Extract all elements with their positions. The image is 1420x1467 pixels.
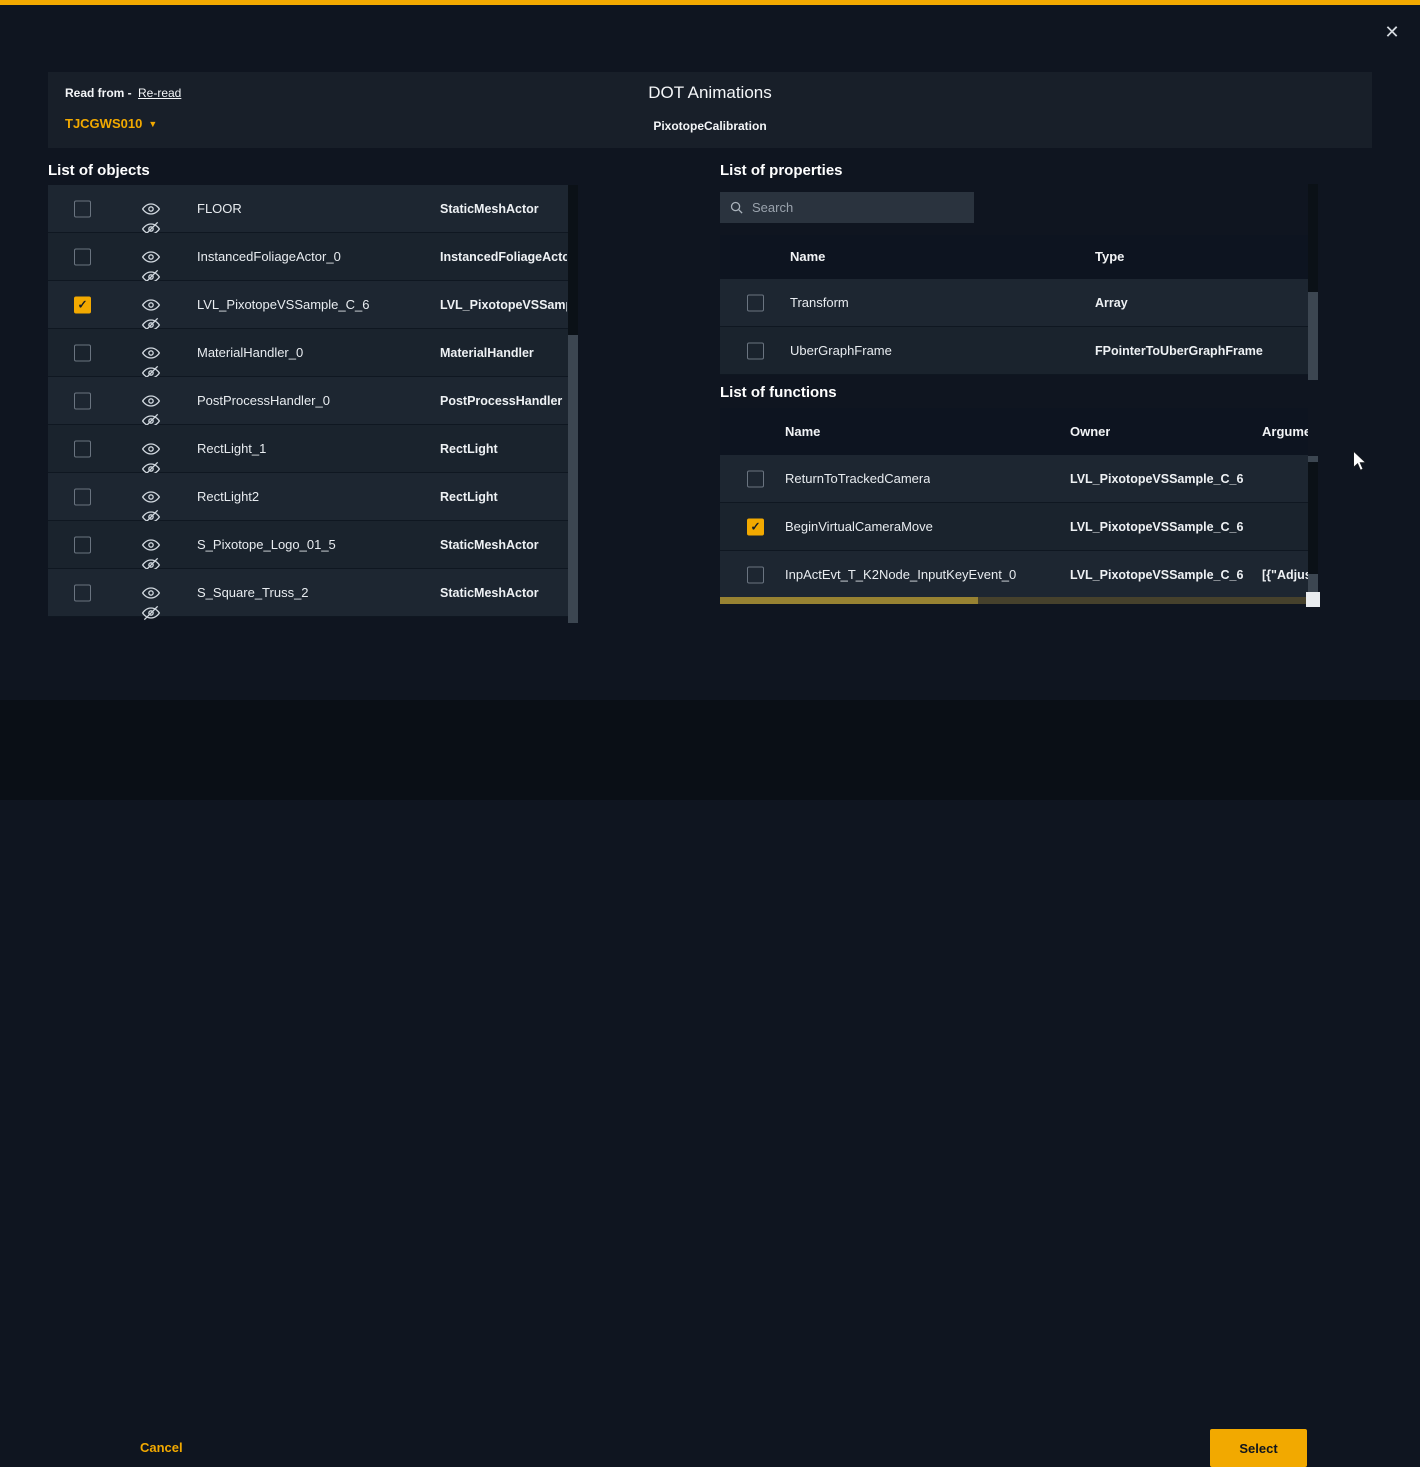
function-owner: LVL_PixotopeVSSample_C_6 <box>1070 455 1243 503</box>
row-checkbox[interactable] <box>74 296 91 313</box>
table-row[interactable]: UberGraphFrame FPointerToUberGraphFrame <box>720 327 1308 375</box>
functions-col-owner: Owner <box>1070 408 1110 455</box>
table-row[interactable]: InpActEvt_T_K2Node_InputKeyEvent_0 LVL_P… <box>720 551 1308 599</box>
object-type: LVL_PixotopeVSSample_C <box>440 281 567 329</box>
functions-table-header: Name Owner Arguments <box>720 408 1308 455</box>
device-dropdown[interactable]: TJCGWS010 ▼ <box>65 116 157 131</box>
close-icon[interactable]: ✕ <box>1380 20 1404 44</box>
table-row[interactable]: S_Square_Truss_2 StaticMeshActor <box>48 569 578 617</box>
functions-horizontal-scrollbar-thumb[interactable] <box>720 597 978 604</box>
properties-scrollbar-thumb[interactable] <box>1308 184 1318 292</box>
objects-scrollbar-thumb[interactable] <box>568 185 578 335</box>
row-checkbox[interactable] <box>74 344 91 361</box>
function-name: BeginVirtualCameraMove <box>785 503 933 551</box>
search-icon <box>729 200 744 215</box>
functions-horizontal-scrollbar[interactable] <box>720 597 1308 604</box>
table-row[interactable]: PostProcessHandler_0 PostProcessHandler <box>48 377 578 425</box>
properties-list-heading: List of properties <box>720 162 843 179</box>
object-type: StaticMeshActor <box>440 569 567 617</box>
functions-col-name: Name <box>785 408 820 455</box>
functions-scrollbar-thumb[interactable] <box>1308 462 1318 574</box>
select-button[interactable]: Select <box>1210 1429 1307 1467</box>
row-checkbox[interactable] <box>74 488 91 505</box>
function-owner: LVL_PixotopeVSSample_C_6 <box>1070 503 1243 551</box>
object-type: MaterialHandler <box>440 329 567 377</box>
table-row[interactable]: InstancedFoliageActor_0 InstancedFoliage… <box>48 233 578 281</box>
table-row[interactable]: RectLight2 RectLight <box>48 473 578 521</box>
function-name: ReturnToTrackedCamera <box>785 455 930 503</box>
reread-link[interactable]: Re-read <box>138 86 181 100</box>
row-checkbox[interactable] <box>74 248 91 265</box>
row-checkbox[interactable] <box>74 584 91 601</box>
row-checkbox[interactable] <box>74 440 91 457</box>
connection-header-panel: Read from - Re-read TJCGWS010 ▼ DOT Anima… <box>48 72 1372 148</box>
property-type: FPointerToUberGraphFrame <box>1095 327 1308 375</box>
visibility-eye-icon[interactable] <box>141 583 161 603</box>
visibility-eye-icon[interactable] <box>141 535 161 555</box>
objects-list: FLOOR StaticMeshActor InstancedFoliageAc… <box>48 185 578 623</box>
function-name: InpActEvt_T_K2Node_InputKeyEvent_0 <box>785 551 1016 599</box>
device-name: TJCGWS010 <box>65 116 142 131</box>
table-row[interactable]: Transform Array <box>720 279 1308 327</box>
row-checkbox[interactable] <box>747 518 764 535</box>
row-checkbox[interactable] <box>747 342 764 359</box>
functions-table: Name Owner Arguments ReturnToTrackedCame… <box>720 408 1308 599</box>
dialog-footer: Cancel Select <box>0 700 1420 800</box>
properties-col-type: Type <box>1095 235 1124 279</box>
functions-scrollbar[interactable] <box>1308 456 1318 594</box>
properties-table: Name Type Transform Array UberGraphFrame… <box>720 235 1308 375</box>
table-row[interactable]: RectLight_1 RectLight <box>48 425 578 473</box>
table-row[interactable]: ReturnToTrackedCamera LVL_PixotopeVSSamp… <box>720 455 1308 503</box>
mouse-cursor <box>1352 450 1370 474</box>
search-input[interactable] <box>752 200 965 215</box>
property-name: Transform <box>790 279 849 327</box>
visibility-eye-icon[interactable] <box>141 343 161 363</box>
cancel-button[interactable]: Cancel <box>140 1440 183 1455</box>
object-type: RectLight <box>440 425 567 473</box>
properties-scrollbar[interactable] <box>1308 184 1318 380</box>
visibility-eye-icon[interactable] <box>141 247 161 267</box>
properties-search-box[interactable] <box>720 192 974 223</box>
visibility-eye-icon[interactable] <box>141 295 161 315</box>
row-checkbox[interactable] <box>74 200 91 217</box>
object-type: StaticMeshActor <box>440 521 567 569</box>
objects-list-heading: List of objects <box>48 162 150 179</box>
row-checkbox[interactable] <box>747 566 764 583</box>
table-row[interactable]: BeginVirtualCameraMove LVL_PixotopeVSSam… <box>720 503 1308 551</box>
row-checkbox[interactable] <box>747 294 764 311</box>
brand-accent-bar <box>0 0 1420 5</box>
visibility-eye-icon[interactable] <box>141 487 161 507</box>
chevron-down-icon: ▼ <box>148 119 157 129</box>
properties-col-name: Name <box>790 235 825 279</box>
dialog-title: DOT Animations <box>648 83 771 103</box>
scrollbar-corner <box>1306 592 1320 607</box>
table-row[interactable]: MaterialHandler_0 MaterialHandler <box>48 329 578 377</box>
visibility-eye-icon[interactable] <box>141 439 161 459</box>
visibility-eye-icon[interactable] <box>141 391 161 411</box>
functions-col-arguments: Arguments <box>1262 408 1308 455</box>
properties-table-header: Name Type <box>720 235 1308 279</box>
property-name: UberGraphFrame <box>790 327 892 375</box>
read-from-label: Read from - <box>65 86 132 100</box>
function-owner: LVL_PixotopeVSSample_C_6 <box>1070 551 1243 599</box>
row-checkbox[interactable] <box>747 470 764 487</box>
functions-list-heading: List of functions <box>720 384 837 401</box>
property-type: Array <box>1095 279 1308 327</box>
row-checkbox[interactable] <box>74 392 91 409</box>
dialog-subtitle: PixotopeCalibration <box>653 119 766 133</box>
table-row[interactable]: FLOOR StaticMeshActor <box>48 185 578 233</box>
object-type: InstancedFoliageActor <box>440 233 567 281</box>
table-row[interactable]: S_Pixotope_Logo_01_5 StaticMeshActor <box>48 521 578 569</box>
object-type: RectLight <box>440 473 567 521</box>
object-type: PostProcessHandler <box>440 377 567 425</box>
function-arguments: [{"Adjus <box>1262 551 1308 599</box>
row-checkbox[interactable] <box>74 536 91 553</box>
object-type: StaticMeshActor <box>440 185 567 233</box>
objects-scrollbar[interactable] <box>568 185 578 623</box>
table-row[interactable]: LVL_PixotopeVSSample_C_6 LVL_PixotopeVSS… <box>48 281 578 329</box>
visibility-eye-icon[interactable] <box>141 199 161 219</box>
